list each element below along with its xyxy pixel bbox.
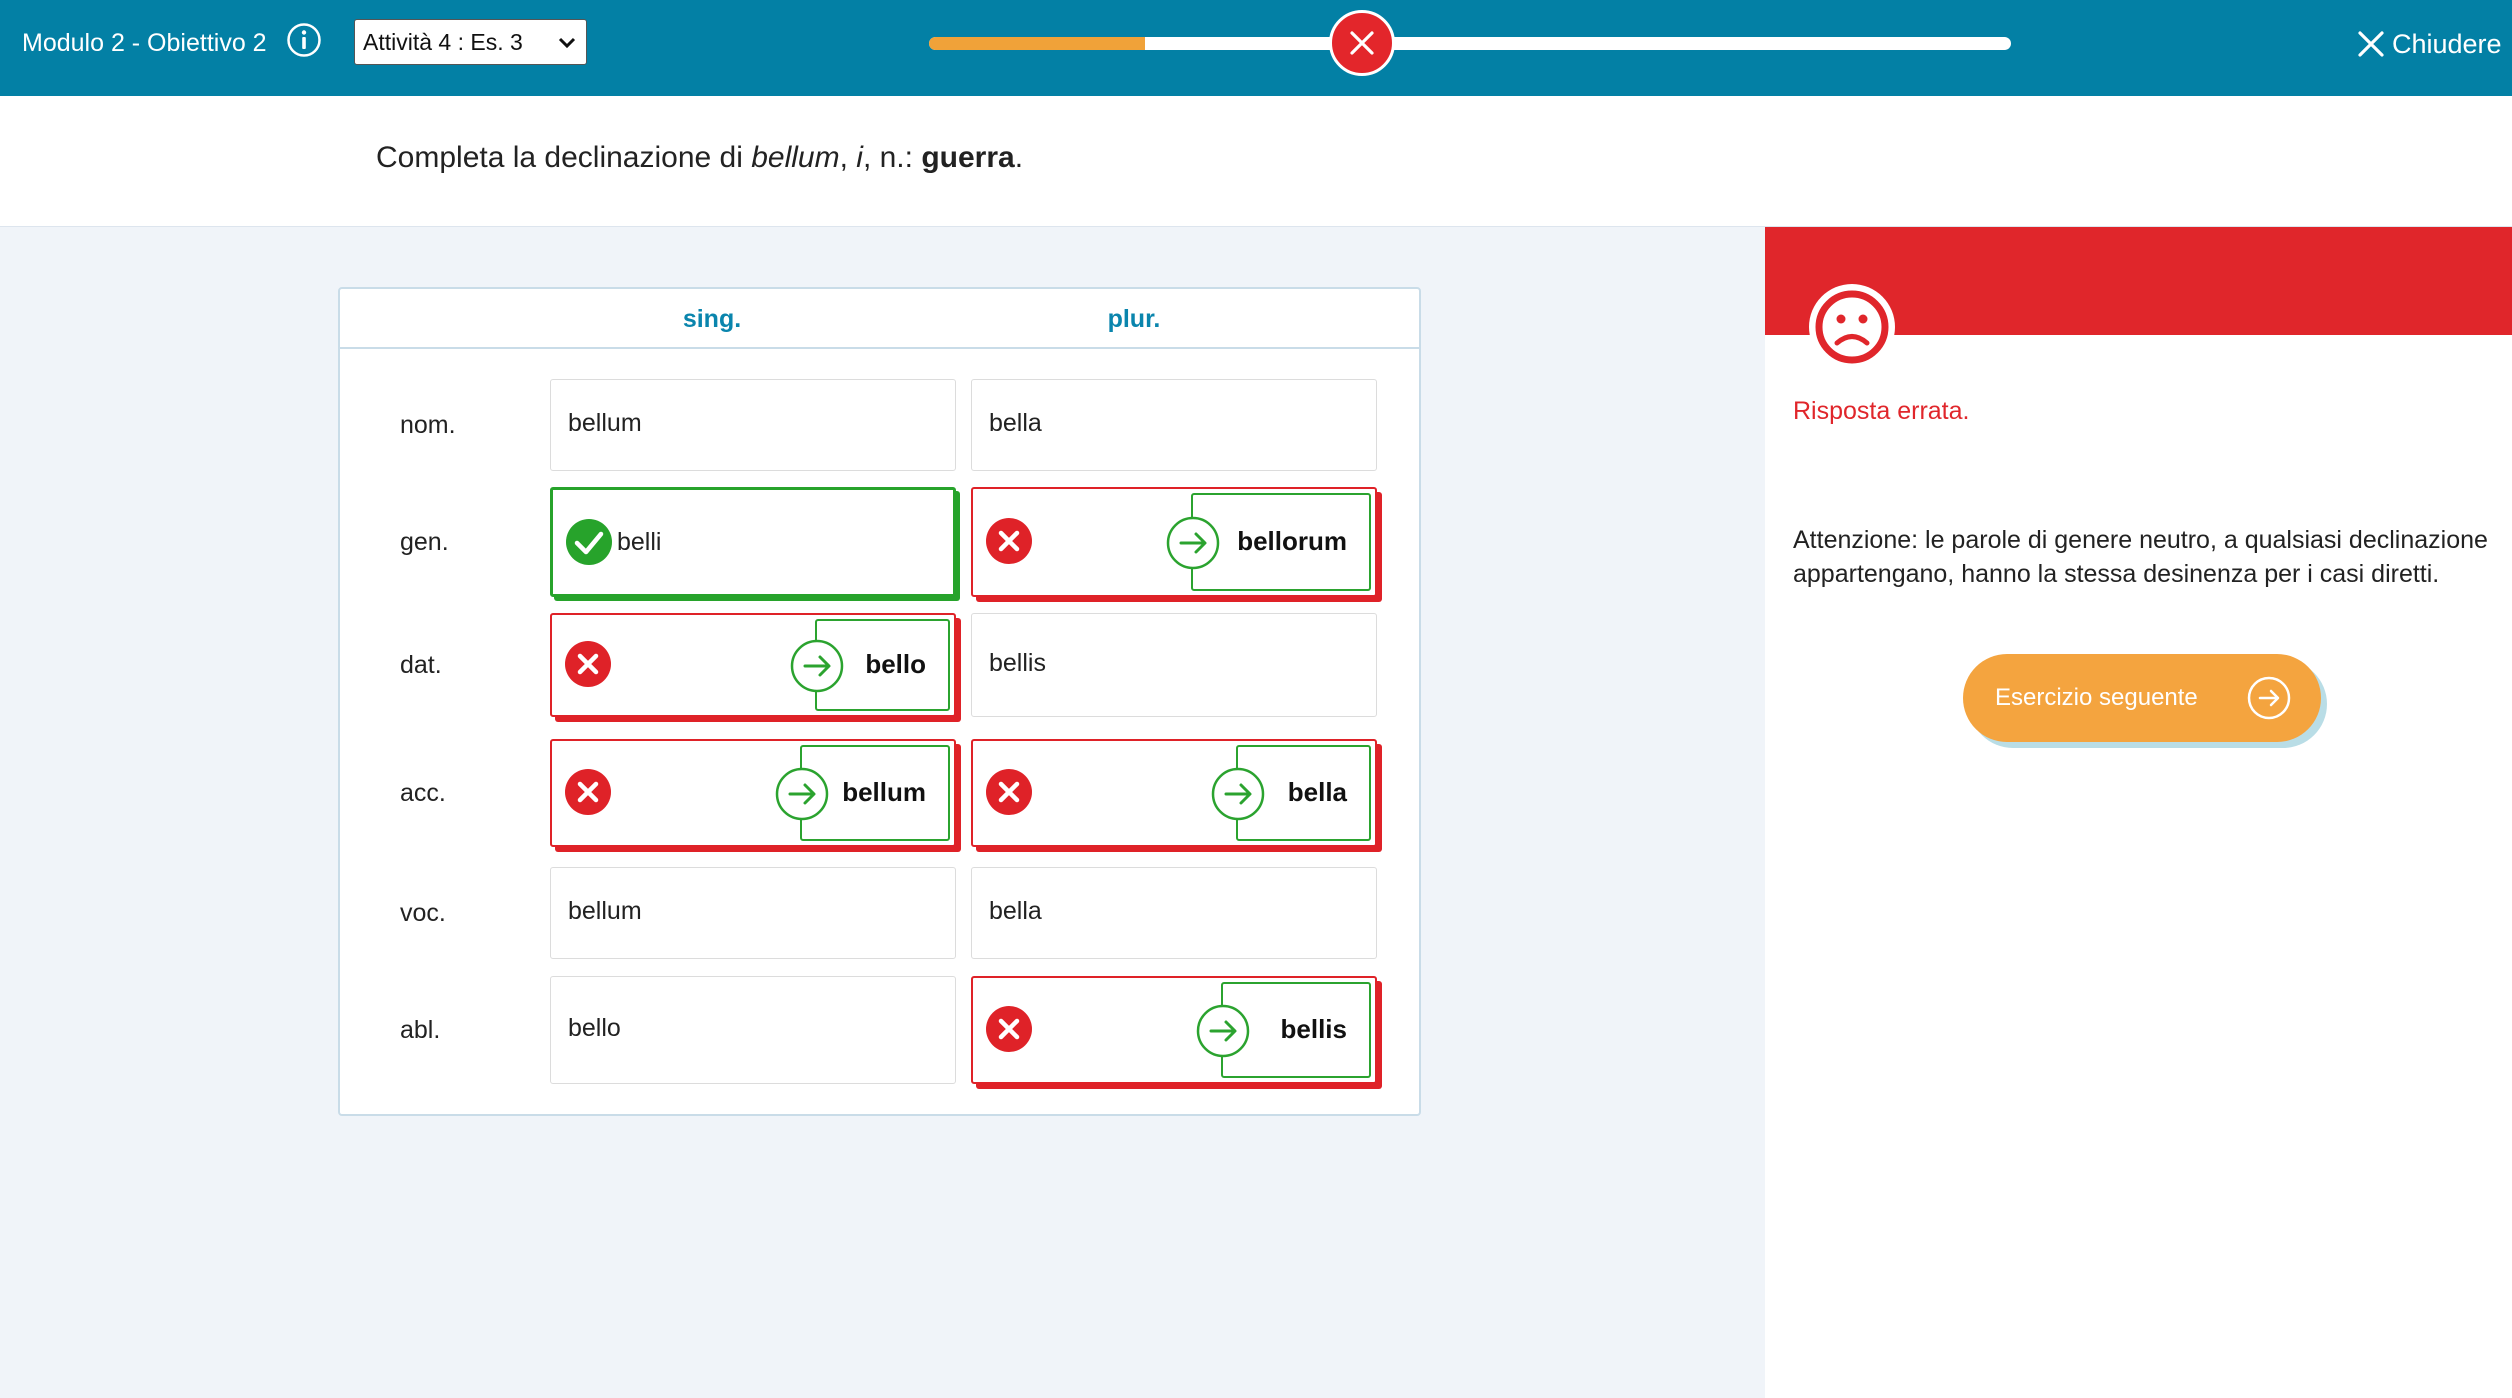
arrow-right-circle-icon	[775, 767, 829, 821]
correct-answer-box: bellum	[775, 745, 950, 841]
prompt-genitive: i	[856, 141, 863, 174]
prompt-strip: Completa la declinazione di bellum, i, n…	[0, 96, 2512, 227]
case-label: abl.	[400, 1016, 441, 1044]
correct-answer-text: bello	[865, 649, 926, 679]
cell-value: bellum	[568, 897, 642, 925]
arrow-right-circle-icon	[790, 639, 844, 693]
next-exercise-button[interactable]: Esercizio seguente	[1963, 654, 2321, 742]
cell-value: bella	[989, 409, 1042, 437]
answer-cell-sing[interactable]: bello	[550, 613, 956, 717]
feedback-explanation: Attenzione: le parole di genere neutro, …	[1793, 526, 2488, 588]
correct-answer-box: bellis	[1196, 982, 1371, 1078]
answer-cell-sing[interactable]: bello	[550, 976, 956, 1084]
info-icon[interactable]	[286, 22, 322, 58]
sad-face-icon	[1809, 284, 1895, 370]
cell-value: bellum	[568, 409, 642, 437]
error-circle-icon	[565, 641, 611, 687]
correct-answer-text: bella	[1287, 777, 1347, 807]
feedback-panel: Risposta errata. Attenzione: le parole d…	[1765, 227, 2512, 1398]
check-circle-icon	[566, 519, 612, 565]
answer-cell-plur[interactable]: bella	[971, 379, 1377, 471]
arrow-right-circle-icon	[1211, 767, 1265, 821]
answer-cell-sing[interactable]: bellum	[550, 379, 956, 471]
error-circle-icon	[986, 1006, 1032, 1052]
close-icon	[1350, 31, 1374, 55]
case-label: voc.	[400, 899, 446, 927]
prompt-separator: ,	[839, 141, 857, 174]
prompt-lead: Completa la declinazione di	[376, 141, 752, 174]
table-header: sing. plur.	[340, 289, 1419, 349]
close-label: Chiudere	[2392, 29, 2502, 59]
declension-table: sing. plur. nom. bellum bella gen. belli bell…	[338, 287, 1421, 1116]
progress-bar	[929, 37, 2011, 50]
column-header-singular: sing.	[682, 305, 742, 333]
answer-cell-sing[interactable]: bellum	[550, 867, 956, 959]
module-title: Modulo 2 - Obiettivo 2	[22, 29, 267, 57]
cell-value: bello	[568, 1014, 621, 1042]
activity-select-value: Attività 4 : Es. 3	[363, 29, 523, 55]
answer-cell-plur[interactable]: bella	[971, 739, 1377, 847]
cell-value: bellis	[989, 649, 1046, 677]
case-label: nom.	[400, 411, 456, 439]
correct-answer-box: bello	[790, 619, 950, 711]
error-circle-icon	[565, 769, 611, 815]
activity-select[interactable]: Attività 4 : Es. 3	[354, 19, 587, 65]
prompt-word: bellum	[751, 141, 840, 174]
answer-cell-plur[interactable]: bellis	[971, 976, 1377, 1084]
exercise-prompt: Completa la declinazione di bellum, i, n…	[376, 138, 1023, 178]
arrow-right-circle-icon	[2247, 676, 2291, 720]
next-exercise-label: Esercizio seguente	[1995, 684, 2198, 711]
correct-answer-text: bellum	[842, 777, 926, 807]
arrow-right-circle-icon	[1196, 1004, 1250, 1058]
column-header-plural: plur.	[1107, 305, 1161, 333]
correct-answer-box: bellorum	[1166, 493, 1371, 591]
answer-cell-plur[interactable]: bella	[971, 867, 1377, 959]
cell-value: bella	[989, 897, 1042, 925]
correct-answer-text: bellorum	[1237, 526, 1347, 556]
correct-answer-box: bella	[1211, 745, 1371, 841]
error-circle-icon	[986, 518, 1032, 564]
correct-answer-text: bellis	[1280, 1014, 1347, 1044]
error-circle-icon	[986, 769, 1032, 815]
top-bar: Modulo 2 - Obiettivo 2 Attività 4 : Es. …	[0, 0, 2512, 96]
progress-fill	[929, 37, 1146, 50]
arrow-right-circle-icon	[1166, 516, 1220, 570]
case-label: gen.	[400, 528, 449, 556]
prompt-separator: , n.:	[862, 141, 922, 174]
close-button[interactable]: Chiudere	[2358, 26, 2502, 62]
cell-value: belli	[617, 528, 662, 556]
chevron-down-icon	[558, 37, 576, 49]
close-icon	[2358, 31, 2384, 57]
case-label: dat.	[400, 651, 442, 679]
case-label: acc.	[400, 779, 446, 807]
answer-cell-sing[interactable]: belli	[550, 487, 956, 597]
prompt-meaning: guerra	[921, 141, 1015, 174]
prompt-end: .	[1014, 141, 1024, 174]
answer-cell-sing[interactable]: bellum	[550, 739, 956, 847]
feedback-title: Risposta errata.	[1793, 397, 1970, 425]
answer-cell-plur[interactable]: bellorum	[971, 487, 1377, 597]
progress-status-marker	[1329, 10, 1395, 76]
answer-cell-plur[interactable]: bellis	[971, 613, 1377, 717]
